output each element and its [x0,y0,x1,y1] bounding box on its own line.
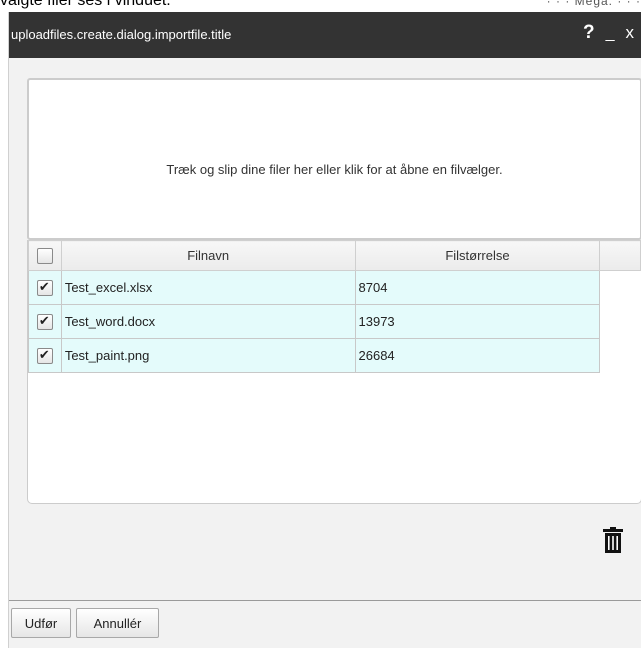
help-icon[interactable]: ? [583,22,595,44]
row-checkbox-cell[interactable] [28,338,62,373]
background-text: valgte filer ses i vinduet. [0,0,171,9]
column-header-extra [599,240,641,271]
close-icon[interactable]: x [626,23,635,43]
minimize-icon[interactable]: _ [606,25,615,43]
file-size-cell: 13973 [354,304,601,339]
column-header-filesize[interactable]: Filstørrelse [354,240,601,271]
row-checkbox-cell[interactable] [28,304,62,339]
table-header-row: Filnavn Filstørrelse [28,240,641,271]
select-all-checkbox[interactable] [36,247,53,264]
file-name-cell: Test_excel.xlsx [60,270,356,305]
background-fragment: · · · Mega. · · · [546,0,641,8]
drop-zone-message: Træk og slip dine filer her eller klik f… [166,162,503,177]
select-all-header[interactable] [28,240,62,271]
row-checkbox[interactable] [36,279,53,296]
import-file-dialog: uploadfiles.create.dialog.importfile.tit… [8,12,641,648]
row-checkbox[interactable] [36,313,53,330]
row-checkbox[interactable] [36,347,53,364]
table-row[interactable]: Test_paint.png 26684 [28,338,641,373]
file-size-cell: 8704 [354,270,601,305]
footer-divider [9,600,641,601]
file-name-cell: Test_paint.png [60,338,356,373]
row-checkbox-cell[interactable] [28,270,62,305]
trash-icon[interactable] [603,527,623,553]
cancel-button[interactable]: Annullér [76,608,159,638]
file-drop-zone[interactable]: Træk og slip dine filer her eller klik f… [27,78,641,240]
dialog-titlebar[interactable]: uploadfiles.create.dialog.importfile.tit… [9,12,641,58]
table-row[interactable]: Test_excel.xlsx 8704 [28,270,641,305]
file-table: Filnavn Filstørrelse Test_excel.xlsx 870… [28,240,641,373]
file-name-cell: Test_word.docx [60,304,356,339]
window-controls: ? _ x [577,22,634,44]
column-header-filename[interactable]: Filnavn [60,240,356,271]
table-row[interactable]: Test_word.docx 13973 [28,304,641,339]
dialog-title: uploadfiles.create.dialog.importfile.tit… [11,27,232,42]
ok-button[interactable]: Udfør [11,608,71,638]
file-list-panel: Filnavn Filstørrelse Test_excel.xlsx 870… [27,240,641,504]
file-size-cell: 26684 [354,338,601,373]
